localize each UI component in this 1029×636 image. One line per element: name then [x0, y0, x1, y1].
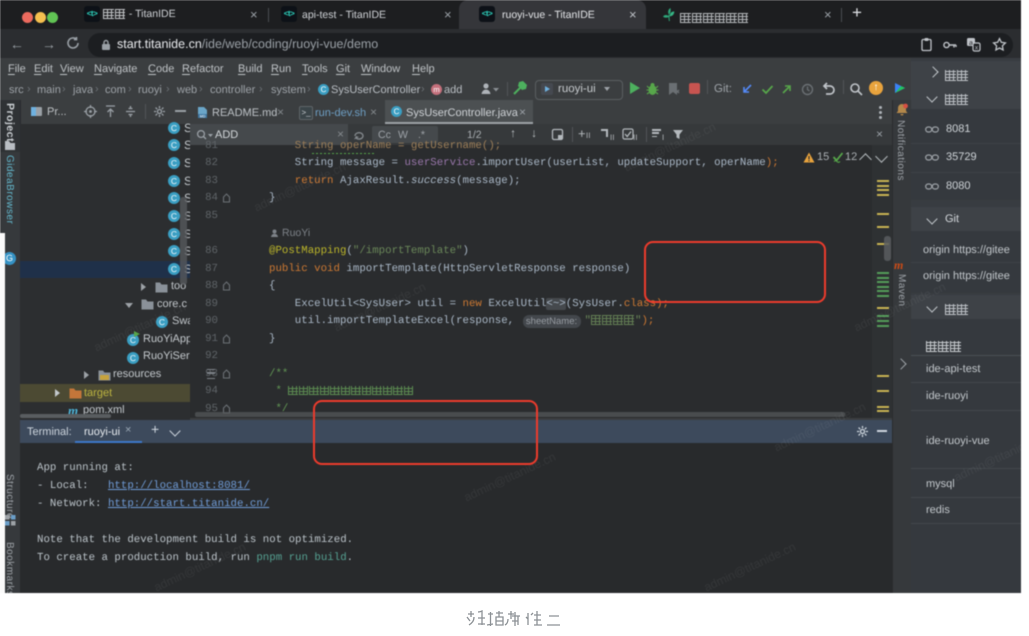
svg-text:MD: MD: [200, 114, 206, 118]
